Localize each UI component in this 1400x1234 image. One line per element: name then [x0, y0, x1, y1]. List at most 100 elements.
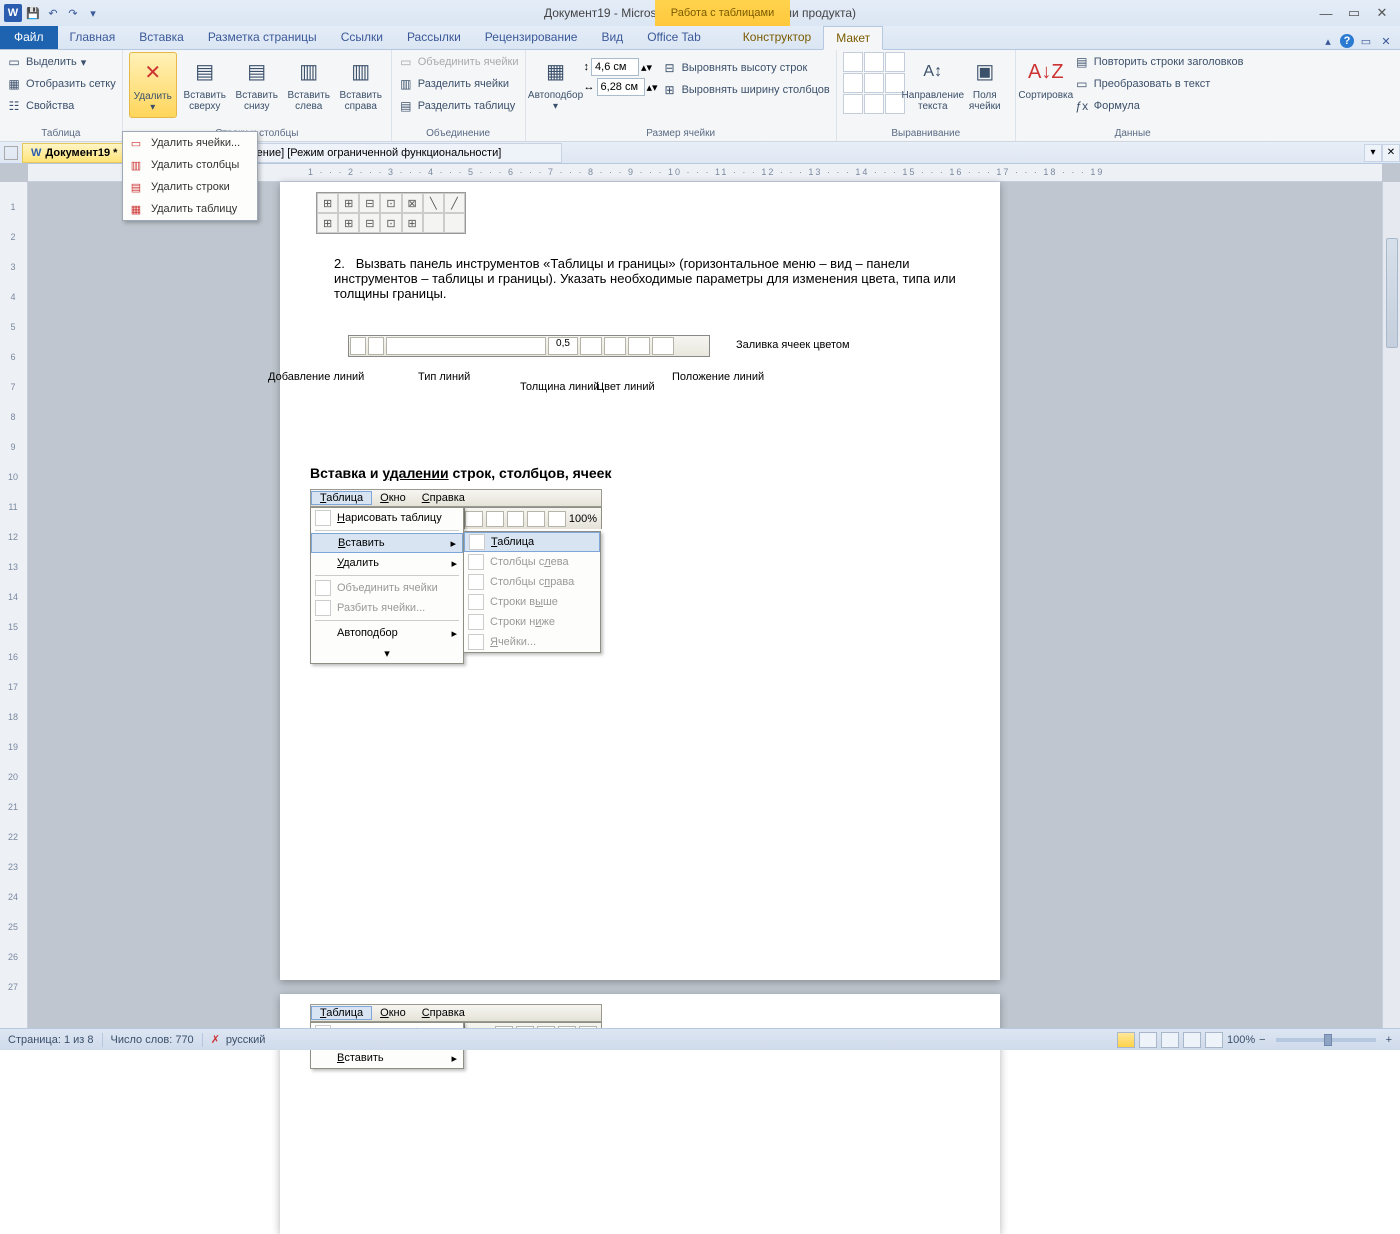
view-gridlines-button[interactable]: ▦Отобразить сетку	[6, 74, 116, 94]
quick-access-toolbar: W 💾 ↶ ↷ ▾	[4, 4, 102, 22]
save-icon[interactable]: 💾	[24, 4, 42, 22]
fig-table-menu: Нарисовать таблицу Вставить▸ Удалить▸ Об…	[310, 507, 464, 664]
page-1[interactable]: ⊞⊞⊟⊡⊠╲╱⊞⊞⊟⊡⊞ 2. Вызвать панель инструмен…	[280, 182, 1000, 980]
tab-table-layout[interactable]: Макет	[823, 26, 883, 50]
document-body[interactable]: ⊞⊞⊟⊡⊠╲╱⊞⊞⊟⊡⊞ 2. Вызвать панель инструмен…	[280, 182, 1000, 679]
select-button[interactable]: ▭Выделить ▾	[6, 52, 116, 72]
zoom-slider[interactable]	[1276, 1038, 1376, 1042]
formula-button[interactable]: ƒxФормула	[1074, 96, 1244, 116]
convert-icon: ▭	[1074, 76, 1090, 92]
word-icon: W	[4, 4, 22, 22]
redo-icon[interactable]: ↷	[64, 4, 82, 22]
delete-rows-item[interactable]: ▤Удалить строки	[123, 176, 257, 198]
sort-button[interactable]: A↓ZСортировка	[1022, 52, 1070, 105]
minimize-button[interactable]: —	[1312, 3, 1340, 23]
delete-cols-icon: ▥	[128, 157, 144, 173]
insert-right-icon: ▥	[345, 56, 377, 88]
delete-button[interactable]: ✕ Удалить▾	[129, 52, 177, 118]
insert-above-button[interactable]: ▤Вставить сверху	[181, 52, 229, 116]
fig-draw-table: Нарисовать таблицу	[311, 508, 463, 528]
tab-mailings[interactable]: Рассылки	[395, 25, 473, 49]
proofing-icon[interactable]: ✗	[211, 1033, 220, 1046]
col-width-input[interactable]: ↔▴▾	[584, 78, 658, 96]
view-web[interactable]	[1161, 1032, 1179, 1048]
help-icon[interactable]: ?	[1340, 34, 1354, 48]
autofit-button[interactable]: ▦Автоподбор▾	[532, 52, 580, 116]
delete-table-item[interactable]: ▦Удалить таблицу	[123, 198, 257, 220]
tab-table-design[interactable]: Конструктор	[731, 25, 823, 49]
fig-sub-rows-above: Строки выше	[464, 592, 600, 612]
status-word-count[interactable]: Число слов: 770	[111, 1034, 194, 1046]
ribbon-close-icon[interactable]: ✕	[1378, 33, 1394, 49]
insert-left-button[interactable]: ▥Вставить слева	[285, 52, 333, 116]
group-label-merge: Объединение	[398, 126, 519, 141]
vertical-ruler[interactable]	[0, 182, 28, 1028]
tab-dropdown-icon[interactable]: ▾	[1364, 144, 1382, 162]
tab-view[interactable]: Вид	[589, 25, 635, 49]
tab-office-tab[interactable]: Office Tab	[635, 25, 713, 49]
fig-merge: Объединить ячейки	[311, 578, 463, 598]
row-height-input[interactable]: ↕▴▾	[584, 58, 658, 76]
close-button[interactable]: ✕	[1368, 3, 1396, 23]
fig-sub-table: Таблица	[464, 532, 600, 552]
tab-review[interactable]: Рецензирование	[473, 25, 590, 49]
tab-home[interactable]: Главная	[58, 25, 128, 49]
view-print-layout[interactable]	[1117, 1032, 1135, 1048]
vertical-scrollbar[interactable]	[1382, 182, 1400, 1028]
convert-text-button[interactable]: ▭Преобразовать в текст	[1074, 74, 1244, 94]
cursor-icon: ▭	[6, 54, 22, 70]
menu-figure: Таблица Окно Справка 100% Нарисовать таб…	[310, 489, 602, 669]
view-outline[interactable]	[1183, 1032, 1201, 1048]
properties-button[interactable]: ☷Свойства	[6, 96, 116, 116]
group-merge: ▭Объединить ячейки ▥Разделить ячейки ▤Ра…	[392, 50, 526, 141]
distribute-cols-button[interactable]: ⊞Выровнять ширину столбцов	[662, 80, 830, 100]
alignment-grid[interactable]	[843, 52, 905, 114]
status-bar: Страница: 1 из 8 Число слов: 770 ✗ русск…	[0, 1028, 1400, 1050]
group-cell-size: ▦Автоподбор▾ ↕▴▾ ↔▴▾ ⊟Выровнять высоту с…	[526, 50, 837, 141]
undo-icon[interactable]: ↶	[44, 4, 62, 22]
fig-menu-window: Окно	[372, 492, 414, 504]
view-full-screen[interactable]	[1139, 1032, 1157, 1048]
status-page[interactable]: Страница: 1 из 8	[8, 1034, 94, 1046]
delete-columns-item[interactable]: ▥Удалить столбцы	[123, 154, 257, 176]
delete-cells-item[interactable]: ▭Удалить ячейки...	[123, 132, 257, 154]
status-language[interactable]: русский	[226, 1034, 265, 1046]
qat-more-icon[interactable]: ▾	[84, 4, 102, 22]
cell-margins-button[interactable]: ▣Поля ячейки	[961, 52, 1009, 116]
insert-below-button[interactable]: ▤Вставить снизу	[233, 52, 281, 116]
dist-cols-icon: ⊞	[662, 82, 678, 98]
tab-file[interactable]: Файл	[0, 25, 58, 49]
tab-insert[interactable]: Вставка	[127, 25, 196, 49]
insert-above-icon: ▤	[189, 56, 221, 88]
zoom-in-button[interactable]: +	[1386, 1034, 1392, 1046]
zoom-out-button[interactable]: −	[1259, 1034, 1265, 1046]
group-table: ▭Выделить ▾ ▦Отобразить сетку ☷Свойства …	[0, 50, 123, 141]
tab-page-layout[interactable]: Разметка страницы	[196, 25, 329, 49]
zoom-level[interactable]: 100%	[1227, 1034, 1255, 1046]
maximize-button[interactable]: ▭	[1340, 3, 1368, 23]
insert-right-button[interactable]: ▥Вставить справа	[337, 52, 385, 116]
fig-sub-cols-right: Столбцы справа	[464, 572, 600, 592]
ribbon-minimize-icon[interactable]: ▴	[1320, 33, 1336, 49]
scroll-thumb[interactable]	[1386, 238, 1398, 348]
tab-list-icon[interactable]	[4, 146, 18, 160]
text-direction-button[interactable]: A↕Направление текста	[909, 52, 957, 116]
cell-margins-icon: ▣	[969, 56, 1001, 88]
merge-icon: ▭	[398, 54, 414, 70]
split-cells-icon: ▥	[398, 76, 414, 92]
delete-dropdown: ▭Удалить ячейки... ▥Удалить столбцы ▤Уда…	[122, 131, 258, 221]
dist-rows-icon: ⊟	[662, 60, 678, 76]
split-cells-button[interactable]: ▥Разделить ячейки	[398, 74, 519, 94]
tab-references[interactable]: Ссылки	[329, 25, 395, 49]
label-line-pos: Положение линий	[672, 371, 764, 383]
distribute-rows-button[interactable]: ⊟Выровнять высоту строк	[662, 58, 830, 78]
merge-cells-button[interactable]: ▭Объединить ячейки	[398, 52, 519, 72]
ribbon-help-area: ▴ ? ▭ ✕	[1320, 33, 1400, 49]
ribbon-restore-icon[interactable]: ▭	[1358, 33, 1374, 49]
group-rows-cols: ✕ Удалить▾ ▤Вставить сверху ▤Вставить сн…	[123, 50, 392, 141]
tab-close-all-icon[interactable]: ✕	[1382, 144, 1400, 162]
repeat-header-button[interactable]: ▤Повторить строки заголовков	[1074, 52, 1244, 72]
view-draft[interactable]	[1205, 1032, 1223, 1048]
split-table-button[interactable]: ▤Разделить таблицу	[398, 96, 519, 116]
group-label-cell-size: Размер ячейки	[532, 126, 830, 141]
